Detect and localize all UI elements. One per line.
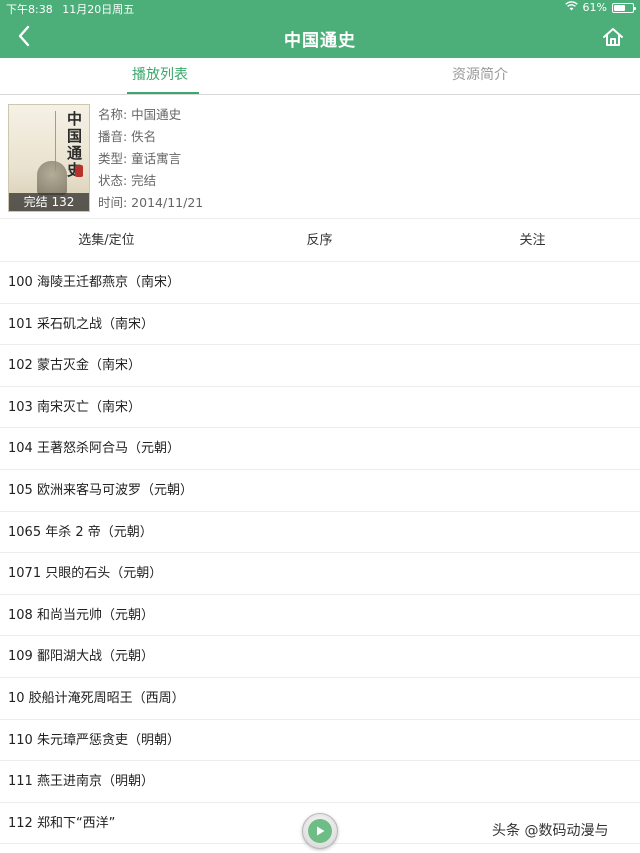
book-status: 状态: 完结	[98, 173, 157, 188]
battery-fill	[614, 4, 625, 11]
book-time: 时间: 2014/11/21	[98, 195, 204, 210]
cover-episode-badge: 完结 132	[9, 193, 89, 211]
cover-seal	[75, 165, 83, 177]
reverse-order-button[interactable]: 反序	[213, 219, 426, 263]
book-info: 中国通史 完结 132 名称: 中国通史 播音: 佚名 类型: 童话寓言 状态:…	[0, 96, 640, 218]
watermark: 头条 @数码动漫与	[492, 823, 609, 839]
page-title: 中国通史	[284, 31, 356, 51]
follow-button[interactable]: 关注	[426, 219, 639, 263]
action-bar: 选集/定位 反序 关注	[0, 218, 640, 262]
book-meta: 名称: 中国通史 播音: 佚名 类型: 童话寓言 状态: 完结 时间: 2014…	[98, 104, 203, 214]
play-icon	[317, 826, 325, 836]
play-button-inner	[308, 819, 332, 843]
nav-bar: 中国通史	[0, 16, 640, 58]
episode-item[interactable]: 10 胶船计淹死周昭王（西周）	[0, 678, 640, 720]
episode-item[interactable]: 100 海陵王迁都燕京（南宋）	[0, 262, 640, 304]
active-tab-indicator	[127, 92, 199, 94]
floating-play-button[interactable]	[302, 813, 338, 849]
status-bar: 下午8:38 11月20日周五 61%	[0, 0, 640, 16]
episode-item[interactable]: 1071 只眼的石头（元朝）	[0, 553, 640, 595]
home-icon	[603, 28, 623, 46]
tab-resource-intro[interactable]: 资源简介	[320, 58, 640, 95]
episode-item[interactable]: 101 采石矶之战（南宋）	[0, 304, 640, 346]
status-time: 下午8:38	[6, 3, 53, 16]
select-episode-button[interactable]: 选集/定位	[0, 219, 213, 263]
episode-item[interactable]: 102 蒙古灭金（南宋）	[0, 345, 640, 387]
cover-bell-image	[37, 161, 67, 195]
status-date: 11月20日周五	[62, 3, 135, 16]
episode-item[interactable]: 109 鄱阳湖大战（元朝）	[0, 636, 640, 678]
episode-item[interactable]: 1065 年杀 2 帝（元朝）	[0, 512, 640, 554]
episode-item[interactable]: 105 欧洲来客马可波罗（元朝）	[0, 470, 640, 512]
episode-item[interactable]: 104 王著怒杀阿合马（元朝）	[0, 428, 640, 470]
episode-item[interactable]: 111 燕王进南京（明朝）	[0, 761, 640, 803]
book-narrator: 播音: 佚名	[98, 129, 157, 144]
book-name: 名称: 中国通史	[98, 107, 182, 122]
home-button[interactable]	[598, 22, 628, 52]
status-left: 下午8:38 11月20日周五	[6, 1, 140, 17]
episode-item[interactable]: 110 朱元璋严惩贪吏（明朝）	[0, 720, 640, 762]
tab-playlist[interactable]: 播放列表	[0, 58, 320, 95]
book-category: 类型: 童话寓言	[98, 151, 182, 166]
episode-item[interactable]: 103 南宋灭亡（南宋）	[0, 387, 640, 429]
book-cover[interactable]: 中国通史 完结 132	[8, 104, 90, 212]
battery-icon	[612, 2, 636, 13]
wifi-icon	[564, 1, 578, 14]
status-right: 61%	[564, 1, 636, 14]
battery-percent: 61%	[582, 1, 607, 14]
tab-bar: 播放列表 资源简介	[0, 58, 640, 95]
episode-list: 100 海陵王迁都燕京（南宋） 101 采石矶之战（南宋） 102 蒙古灭金（南…	[0, 262, 640, 845]
episode-item[interactable]: 108 和尚当元帅（元朝）	[0, 595, 640, 637]
